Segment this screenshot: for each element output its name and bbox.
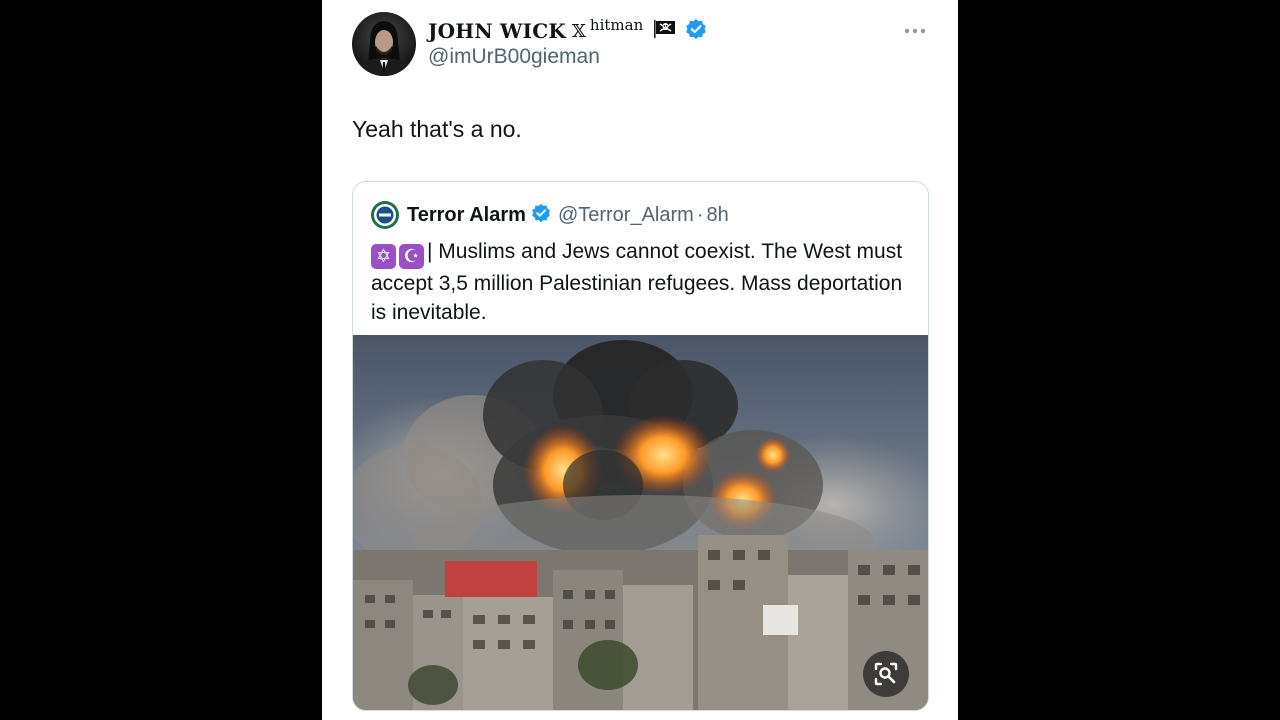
quoted-timestamp[interactable]: 8h: [707, 204, 729, 227]
star-of-david-emoji: ✡: [371, 244, 396, 269]
more-options-icon[interactable]: [902, 24, 928, 38]
author-avatar[interactable]: [352, 12, 416, 76]
screen-background: JOHN WICK 𝕏 hitman @imUrB00gieman Yeah t…: [0, 0, 1280, 720]
author-name-suffix: hitman: [589, 16, 644, 34]
visual-search-button[interactable]: [863, 651, 909, 697]
explosion-photo[interactable]: [353, 335, 928, 710]
author-handle[interactable]: @imUrB00gieman: [428, 45, 600, 69]
quoted-author-handle[interactable]: @Terror_Alarm: [558, 204, 694, 227]
quoted-tweet-text: ✡ ☪ | Muslims and Jews cannot coexist. The…: [371, 237, 916, 327]
star-and-crescent-emoji: ☪: [399, 244, 424, 269]
profile-avatar-icon: [352, 12, 416, 76]
author-display-name: JOHN WICK: [428, 19, 566, 43]
quoted-tweet[interactable]: Terror Alarm @Terror_Alarm · 8h ✡ ☪ | Musl…: [352, 181, 929, 711]
quoted-author-name[interactable]: Terror Alarm: [407, 204, 526, 227]
tweet-text: Yeah that's a no.: [352, 116, 522, 142]
terror-alarm-logo-icon[interactable]: [371, 201, 399, 229]
separator-dot: ·: [696, 203, 704, 226]
x-logo-mark: 𝕏: [571, 20, 586, 42]
author-name-row[interactable]: JOHN WICK 𝕏 hitman: [428, 16, 707, 45]
visual-search-icon: [874, 662, 898, 686]
verified-badge-icon: [685, 18, 707, 45]
verified-badge-icon: [531, 203, 551, 228]
pirate-flag-icon: [653, 19, 677, 44]
quoted-tweet-header: Terror Alarm @Terror_Alarm · 8h: [371, 200, 729, 230]
tweet-card: JOHN WICK 𝕏 hitman @imUrB00gieman Yeah t…: [322, 0, 958, 720]
quoted-text-body: | Muslims and Jews cannot coexist. The W…: [371, 240, 903, 324]
explosion-photo-image: [353, 335, 928, 710]
